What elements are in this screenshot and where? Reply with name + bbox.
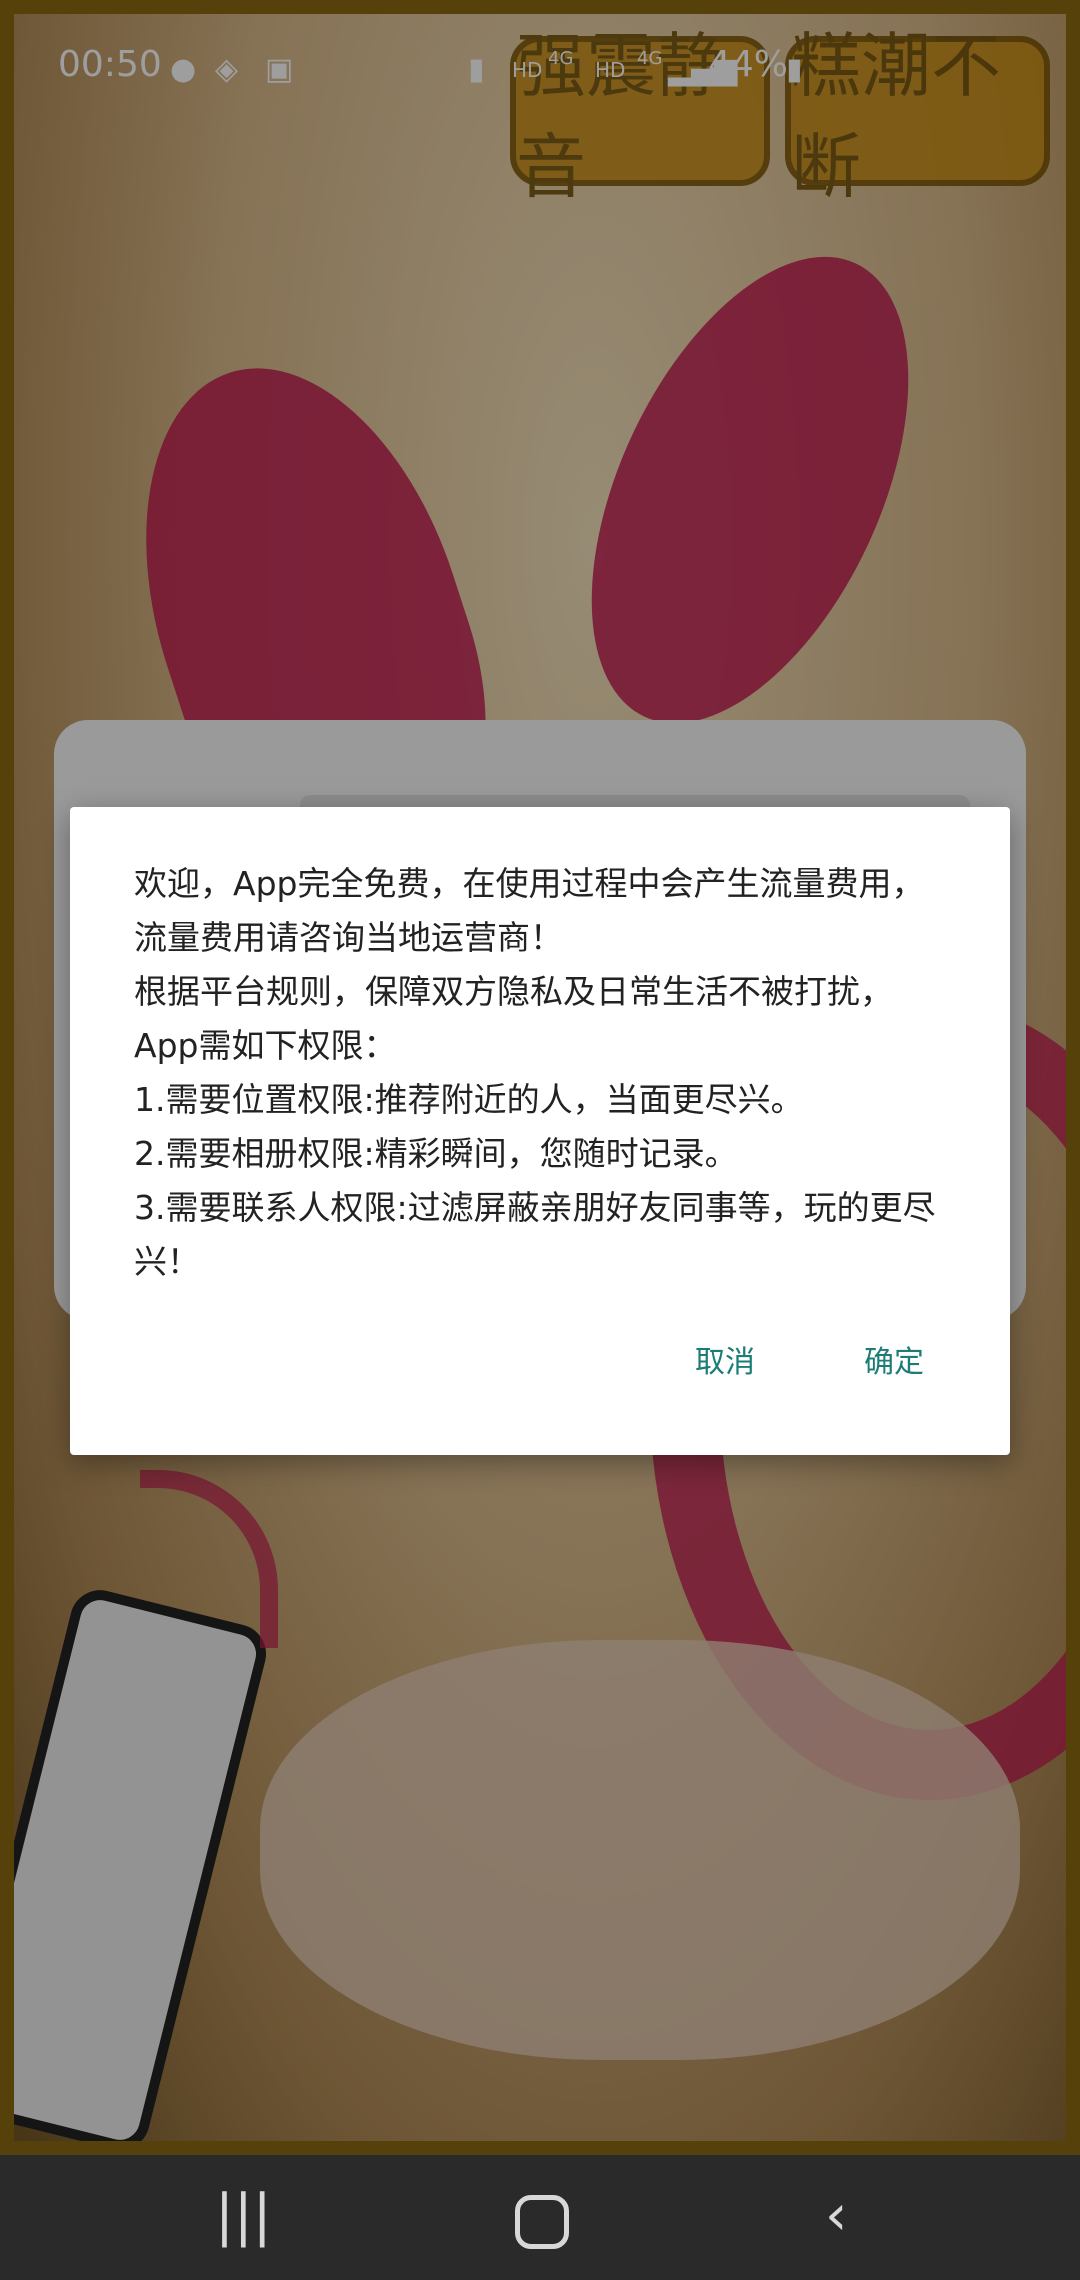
dialog-line: 2.需要相册权限:精彩瞬间，您随时记录。	[134, 1134, 738, 1173]
dialog-line: 根据平台规则，保障双方隐私及日常生活不被打扰，App需如下权限：	[134, 972, 893, 1065]
dialog-line: 3.需要联系人权限:过滤屏蔽亲朋好友同事等，玩的更尽兴！	[134, 1188, 936, 1281]
navigation-bar: ||| ‹	[0, 2155, 1080, 2280]
dialog-line: 1.需要位置权限:推荐附近的人，当面更尽兴。	[134, 1080, 804, 1119]
permission-dialog: 欢迎，App完全免费，在使用过程中会产生流量费用，流量费用请咨询当地运营商！ 根…	[70, 807, 1010, 1455]
cancel-button[interactable]: 取消	[695, 1337, 755, 1381]
home-icon[interactable]	[515, 2195, 569, 2249]
dialog-message: 欢迎，App完全免费，在使用过程中会产生流量费用，流量费用请咨询当地运营商！ 根…	[134, 857, 954, 1289]
back-icon[interactable]: ‹	[825, 2183, 847, 2248]
dialog-line: 欢迎，App完全免费，在使用过程中会产生流量费用，流量费用请咨询当地运营商！	[134, 864, 925, 957]
recent-apps-icon[interactable]: |||	[215, 2183, 272, 2248]
confirm-button[interactable]: 确定	[864, 1337, 924, 1381]
